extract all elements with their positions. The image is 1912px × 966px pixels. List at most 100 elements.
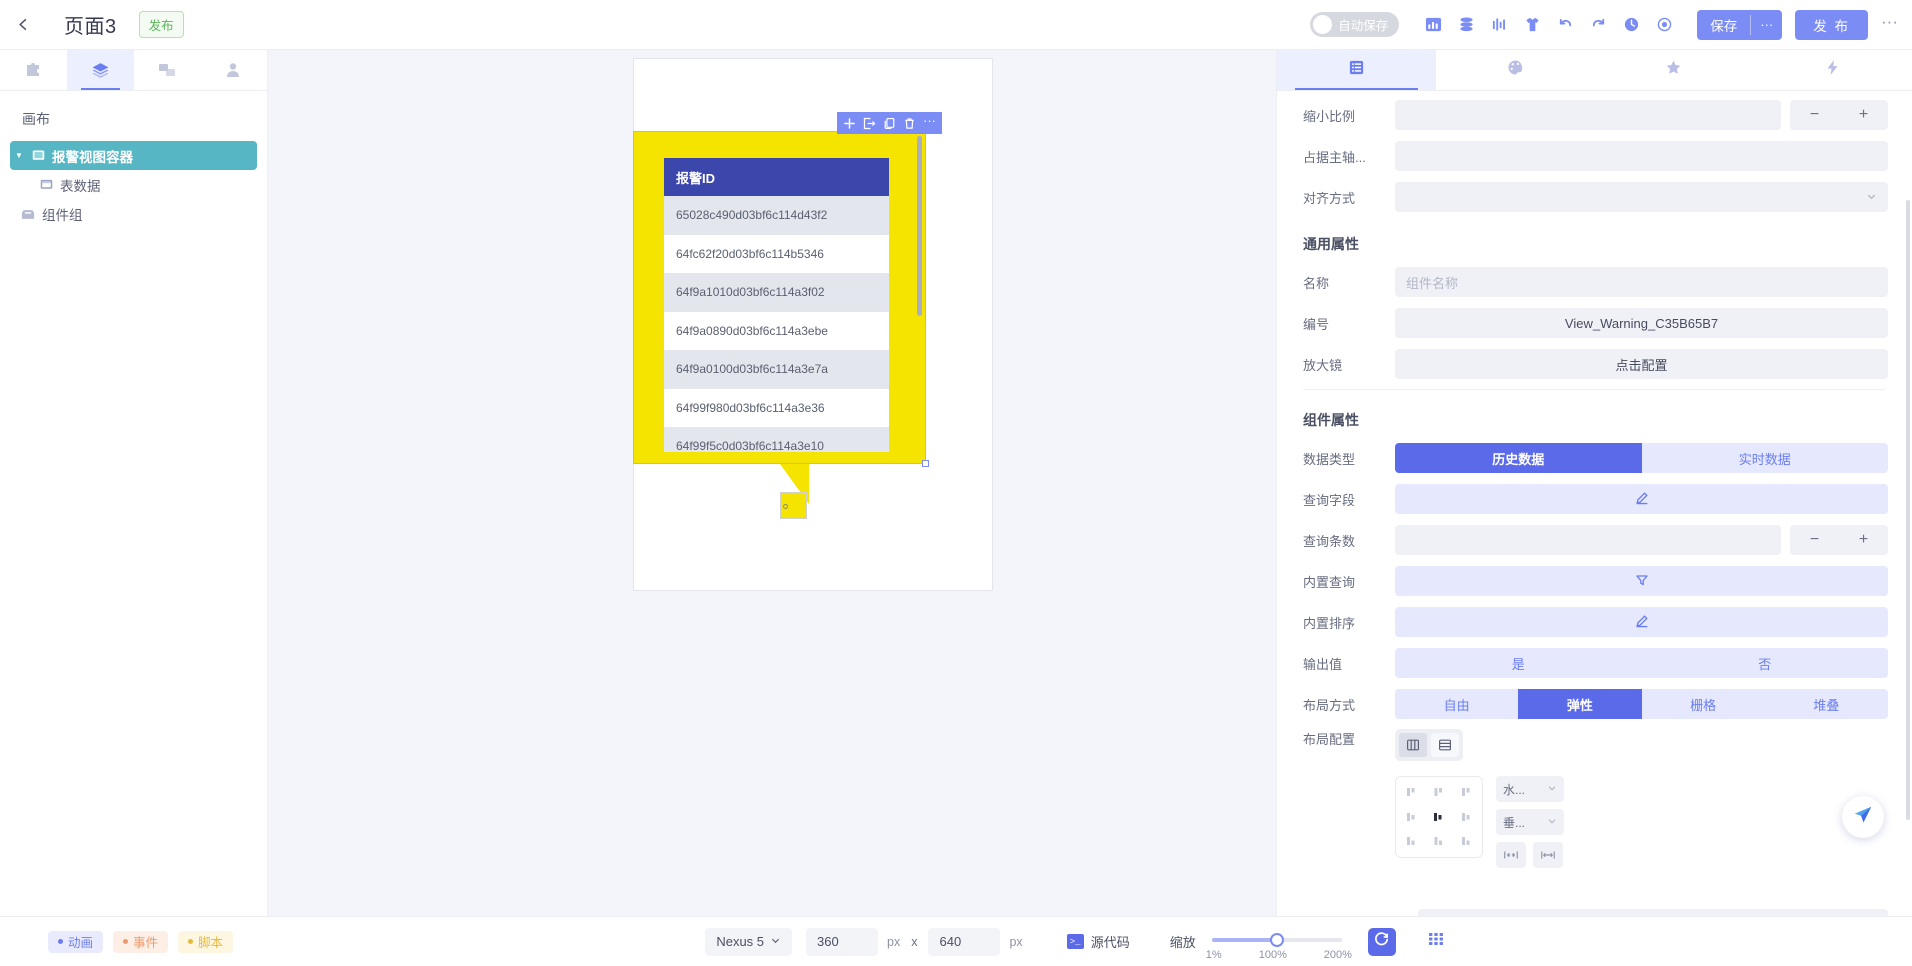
sidebar-item-roles[interactable] [200,50,267,90]
table-row[interactable]: 64f99f5c0d03bf6c114a3e10 [664,427,889,452]
table-row[interactable]: 64f9a0100d03bf6c114a3e7a [664,350,889,389]
back-button[interactable] [0,0,46,50]
table-row[interactable]: 64f9a1010d03bf6c114a3f02 [664,273,889,312]
source-code-button[interactable]: >_ 源代码 [1066,932,1130,951]
sidebar-item-assets[interactable] [134,50,201,90]
align-top-center[interactable] [1427,783,1450,803]
table-row[interactable]: 64f99f980d03bf6c114a3e36 [664,388,889,427]
save-more-button[interactable]: ··· [1751,10,1782,40]
slider-knob[interactable] [1269,932,1284,947]
output-option-no[interactable]: 否 [1642,648,1889,678]
magnifier-config-button[interactable]: 点击配置 [1395,349,1888,379]
align-middle-center[interactable] [1427,807,1450,827]
chip-script[interactable]: 脚本 [178,930,234,953]
publish-status-badge[interactable]: 发布 [138,11,184,38]
spacing-expand-icon[interactable] [1533,842,1563,868]
tab-events[interactable] [1753,50,1912,90]
layout-option-grid[interactable]: 栅格 [1642,689,1765,719]
autosave-toggle[interactable]: 自动保存 [1310,12,1400,37]
query-field-edit-button[interactable] [1395,484,1888,514]
export-icon[interactable] [863,117,876,130]
align-bottom-right[interactable] [1455,831,1478,851]
shrink-ratio-input[interactable] [1395,100,1781,130]
save-button-group[interactable]: 保存 ··· [1697,9,1783,40]
property-hidden-component: 隐藏组件 ? 运行时显示/隐藏 [1277,908,1912,916]
plus-icon[interactable] [843,117,856,130]
component-id-input[interactable]: View_Warning_C35B65B7 [1395,308,1888,338]
device-width-input[interactable]: 360 [806,927,879,956]
right-panel-scrollbar[interactable] [1906,200,1910,820]
minus-icon[interactable]: − [1810,106,1819,124]
alarm-table[interactable]: 报警ID 65028c490d03bf6c114d43f2 64fc62f20d… [664,158,889,452]
canvas-area[interactable]: ··· 报警ID 65028c490d03bf6c114d43f2 64fc62… [268,50,1276,916]
copy-icon[interactable] [883,117,896,130]
hidden-component-input[interactable]: 运行时显示/隐藏 [1418,909,1888,916]
resize-handle-se[interactable] [922,460,929,467]
shrink-ratio-stepper[interactable]: − + [1790,100,1888,130]
horizontal-align-select[interactable]: 水... [1496,776,1564,802]
align-top-left[interactable] [1400,783,1423,803]
more-icon[interactable]: ··· [923,114,936,129]
device-select[interactable]: Nexus 5 [705,927,793,956]
save-button[interactable]: 保存 [1697,10,1750,40]
minus-icon[interactable]: − [1810,531,1819,549]
tab-style[interactable] [1436,50,1595,90]
chip-animation[interactable]: 动画 [48,930,104,953]
undo-icon[interactable] [1549,8,1582,42]
table-row[interactable]: 64f9a0890d03bf6c114a3ebe [664,311,889,350]
tree-item-component-group[interactable]: 组件组 [10,199,257,228]
plus-icon[interactable]: + [1859,531,1868,549]
data-type-option-history[interactable]: 历史数据 [1395,443,1642,473]
send-feedback-button[interactable] [1842,796,1884,838]
align-middle-right[interactable] [1455,807,1478,827]
publish-button[interactable]: 发 布 [1795,9,1869,40]
tree-item-alarm-view-container[interactable]: ▼ 报警视图容器 [10,141,257,170]
align-middle-left[interactable] [1400,807,1423,827]
alarm-view-container[interactable]: 报警ID 65028c490d03bf6c114d43f2 64fc62f20d… [633,131,926,464]
theme-icon[interactable] [1516,8,1549,42]
zoom-slider[interactable]: 1% 100% 200% [1206,927,1352,961]
table-row[interactable]: 65028c490d03bf6c114d43f2 [664,196,889,235]
builtin-query-button[interactable] [1395,566,1888,596]
chart-icon[interactable] [1417,8,1450,42]
database-icon[interactable] [1450,8,1483,42]
device-height-input[interactable]: 640 [928,927,1001,956]
preview-icon[interactable] [1648,8,1681,42]
align-bottom-left[interactable] [1400,831,1423,851]
output-option-yes[interactable]: 是 [1395,648,1642,678]
name-input[interactable]: 组件名称 [1395,267,1888,297]
vertical-align-select[interactable]: 垂... [1496,809,1564,835]
layout-direction-row-icon[interactable] [1399,733,1427,757]
query-count-stepper[interactable]: − + [1790,525,1888,555]
trash-icon[interactable] [903,117,916,130]
history-icon[interactable] [1615,8,1648,42]
spacing-compact-icon[interactable] [1496,842,1526,868]
tab-properties[interactable] [1277,50,1436,90]
align-top-right[interactable] [1455,783,1478,803]
chip-event[interactable]: 事件 [113,930,169,953]
align-mode-select[interactable] [1395,182,1888,212]
main-axis-input[interactable] [1395,141,1888,171]
section-general: 通用属性 [1303,236,1359,252]
refresh-button[interactable] [1367,927,1396,956]
grid-view-button[interactable] [1422,928,1450,956]
layout-direction-column-icon[interactable] [1431,733,1459,757]
layout-option-flex[interactable]: 弹性 [1518,689,1642,719]
header-more-button[interactable]: ··· [1881,13,1898,33]
sidebar-item-layers[interactable] [66,50,134,90]
tree-item-table-data[interactable]: 表数据 [10,170,257,199]
plus-icon[interactable]: + [1859,106,1868,124]
chevron-down-icon[interactable]: ▼ [10,151,28,160]
layout-option-free[interactable]: 自由 [1395,689,1518,719]
query-count-input[interactable] [1395,525,1781,555]
sidebar-item-components[interactable] [0,50,67,90]
layout-option-stack[interactable]: 堆叠 [1765,689,1888,719]
align-bottom-center[interactable] [1427,831,1450,851]
redo-icon[interactable] [1582,8,1615,42]
table-row[interactable]: 64fc62f20d03bf6c114b5346 [664,234,889,273]
table-scrollbar[interactable] [917,136,922,316]
builtin-sort-button[interactable] [1395,607,1888,637]
bar-chart-icon[interactable] [1483,8,1516,42]
data-type-option-realtime[interactable]: 实时数据 [1642,443,1889,473]
tab-favorites[interactable] [1595,50,1754,90]
